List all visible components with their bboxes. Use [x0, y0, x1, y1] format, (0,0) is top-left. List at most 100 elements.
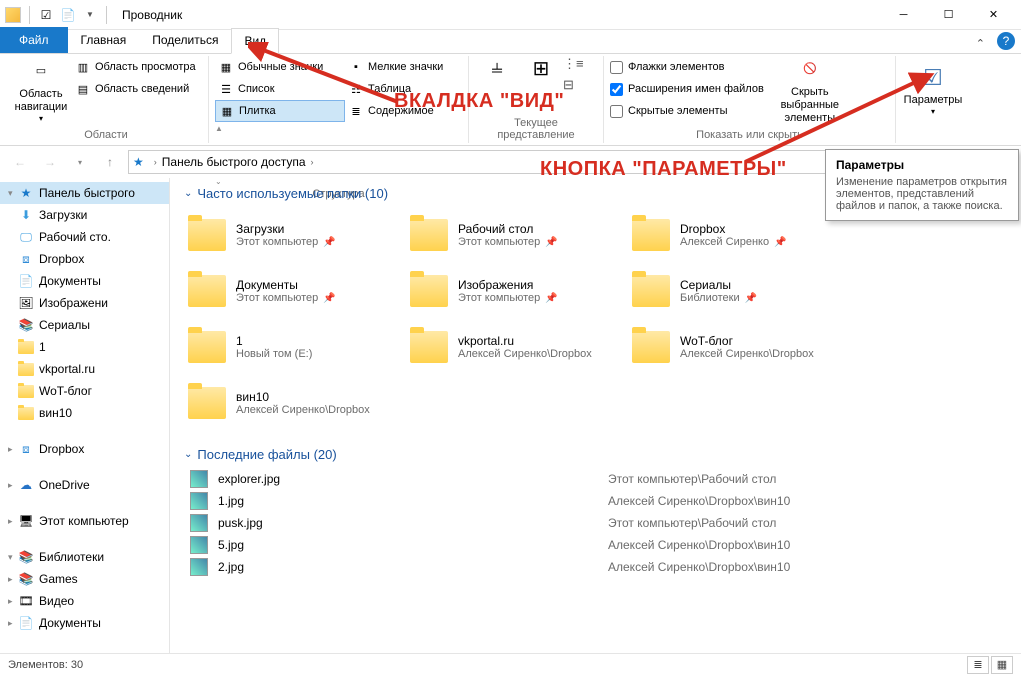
folder-tile[interactable]: 1 Новый том (E:): [184, 319, 406, 375]
folder-subtitle: Этот компьютер 📌: [236, 236, 404, 248]
sidebar-item-videos[interactable]: ▸🎞Видео: [0, 590, 169, 612]
sidebar-item-dropbox[interactable]: ⧈Dropbox: [0, 248, 169, 270]
layout-medium[interactable]: ▪Мелкие значки: [345, 56, 460, 78]
forward-button[interactable]: →: [38, 150, 62, 174]
ribbon-collapse-icon[interactable]: ⌃: [970, 34, 991, 53]
extensions-toggle[interactable]: Расширения имен файлов: [610, 78, 764, 100]
image-file-icon: [190, 558, 208, 576]
folder-tile[interactable]: Рабочий стол Этот компьютер 📌: [406, 207, 628, 263]
checkboxes-toggle[interactable]: Флажки элементов: [610, 56, 764, 78]
sidebar-item-this-pc[interactable]: ▸🖥Этот компьютер: [0, 510, 169, 532]
sort-by-icon[interactable]: ⫨: [491, 56, 502, 79]
sidebar-item-libraries[interactable]: ▾📚Библиотеки: [0, 546, 169, 568]
sidebar-item-wotblog[interactable]: WoT-блог: [0, 380, 169, 402]
layout-tiles[interactable]: ▦Плитка: [215, 100, 345, 122]
sidebar-item-desktop[interactable]: 🖵Рабочий сто.: [0, 226, 169, 248]
folder-tile[interactable]: Документы Этот компьютер 📌: [184, 263, 406, 319]
quick-access-star-icon: ★: [133, 155, 144, 169]
layout-content[interactable]: ≣Содержимое: [345, 100, 460, 122]
file-row[interactable]: 2.jpg Алексей Сиренко\Dropbox\вин10: [184, 556, 1007, 578]
sidebar-label: WoT-блог: [39, 384, 92, 398]
pc-icon: 🖥: [18, 513, 34, 529]
documents-icon: 📄: [18, 615, 34, 631]
file-row[interactable]: 1.jpg Алексей Сиренко\Dropbox\вин10: [184, 490, 1007, 512]
folder-icon: [186, 382, 228, 424]
section-recent-files[interactable]: ⌄Последние файлы (20): [184, 447, 1007, 462]
pin-icon: 📌: [323, 237, 335, 248]
library-icon: 📚: [18, 317, 34, 333]
navigation-pane-button[interactable]: ▭ Область навигации ▾: [10, 56, 72, 126]
qat-dropdown-icon[interactable]: ▼: [79, 4, 101, 26]
small-icons-icon: ▪: [348, 59, 364, 75]
sidebar-item-serials[interactable]: 📚Сериалы: [0, 314, 169, 336]
folder-tile[interactable]: vkportal.ru Алексей Сиренко\Dropbox: [406, 319, 628, 375]
qat-checkbox-icon[interactable]: ☑: [35, 4, 57, 26]
help-icon[interactable]: ?: [997, 32, 1015, 50]
sidebar-label: 1: [39, 340, 46, 354]
folder-tile[interactable]: Сериалы Библиотеки 📌: [628, 263, 850, 319]
folder-tile[interactable]: Изображения Этот компьютер 📌: [406, 263, 628, 319]
file-path: Этот компьютер\Рабочий стол: [608, 516, 776, 530]
tiles-icon: ▦: [219, 103, 235, 119]
sidebar-item-games[interactable]: ▸📚Games: [0, 568, 169, 590]
recent-locations-button[interactable]: ▾: [68, 150, 92, 174]
sidebar-item-win10[interactable]: вин10: [0, 402, 169, 424]
sidebar-item-vkportal[interactable]: vkportal.ru: [0, 358, 169, 380]
layout-extra-large-label: Обычные значки: [238, 61, 323, 73]
view-large-button[interactable]: ▦: [991, 656, 1013, 674]
hide-selected-button[interactable]: 🚫 Скрыть выбранные элементы: [770, 56, 850, 126]
layout-details[interactable]: ☷Таблица: [345, 78, 460, 100]
statusbar: Элементов: 30 ≣ ▦: [0, 653, 1021, 675]
view-details-button[interactable]: ≣: [967, 656, 989, 674]
file-row[interactable]: explorer.jpg Этот компьютер\Рабочий стол: [184, 468, 1007, 490]
folder-tile[interactable]: Dropbox Алексей Сиренко 📌: [628, 207, 850, 263]
pin-icon: 📌: [774, 237, 786, 248]
breadcrumb-root[interactable]: Панель быстрого доступа: [162, 155, 306, 169]
sidebar-label: Рабочий сто.: [39, 230, 111, 244]
layout-extra-large[interactable]: ▦Обычные значки: [215, 56, 345, 78]
group-by-icon[interactable]: ⊞: [533, 56, 550, 81]
back-button[interactable]: ←: [8, 150, 32, 174]
qat-newfolder-icon[interactable]: 📄: [57, 4, 79, 26]
up-button[interactable]: ↑: [98, 150, 122, 174]
tab-home[interactable]: Главная: [68, 27, 140, 53]
sidebar-item-quick-access[interactable]: ▾★Панель быстрого: [0, 182, 169, 204]
details-pane-label: Область сведений: [95, 83, 189, 95]
layout-scroll-up[interactable]: ▲: [215, 124, 223, 133]
sidebar-item-documents-lib[interactable]: ▸📄Документы: [0, 612, 169, 634]
sidebar-label: Dropbox: [39, 442, 84, 456]
preview-pane-label: Область просмотра: [95, 61, 196, 73]
file-row[interactable]: 5.jpg Алексей Сиренко\Dropbox\вин10: [184, 534, 1007, 556]
chevron-down-icon: ⌄: [184, 188, 192, 199]
folder-tile[interactable]: WoT-блог Алексей Сиренко\Dropbox: [628, 319, 850, 375]
hide-selected-icon: 🚫: [794, 57, 826, 83]
close-button[interactable]: ✕: [971, 0, 1016, 29]
layout-list[interactable]: ☰Список: [215, 78, 345, 100]
tab-share[interactable]: Поделиться: [139, 27, 231, 53]
hidden-toggle[interactable]: Скрытые элементы: [610, 100, 764, 122]
details-pane-button[interactable]: ▤Область сведений: [72, 78, 199, 100]
maximize-button[interactable]: ☐: [926, 0, 971, 29]
folder-name: Рабочий стол: [458, 222, 626, 236]
tab-file[interactable]: Файл: [0, 27, 68, 53]
image-file-icon: [190, 470, 208, 488]
options-button[interactable]: ☑ Параметры ▾: [902, 56, 964, 126]
sidebar-item-downloads[interactable]: ⬇Загрузки: [0, 204, 169, 226]
minimize-button[interactable]: ─: [881, 0, 926, 29]
sidebar-item-onedrive[interactable]: ▸☁OneDrive: [0, 474, 169, 496]
add-column-icon[interactable]: ⋮≡: [563, 56, 584, 72]
sidebar-label: Изображени: [39, 296, 108, 310]
folder-icon: [630, 214, 672, 256]
sidebar-item-folder-1[interactable]: 1: [0, 336, 169, 358]
sidebar-item-documents[interactable]: 📄Документы: [0, 270, 169, 292]
sidebar-item-dropbox-root[interactable]: ▸⧈Dropbox: [0, 438, 169, 460]
tab-view[interactable]: Вид: [231, 28, 279, 54]
folder-icon: [18, 339, 34, 355]
file-row[interactable]: pusk.jpg Этот компьютер\Рабочий стол: [184, 512, 1007, 534]
size-columns-icon[interactable]: ⊟: [563, 77, 584, 93]
sidebar-item-pictures[interactable]: 🖼Изображени: [0, 292, 169, 314]
folder-tile[interactable]: Загрузки Этот компьютер 📌: [184, 207, 406, 263]
folder-tile[interactable]: вин10 Алексей Сиренко\Dropbox: [184, 375, 406, 431]
preview-pane-button[interactable]: ▥Область просмотра: [72, 56, 199, 78]
folder-icon: [186, 326, 228, 368]
